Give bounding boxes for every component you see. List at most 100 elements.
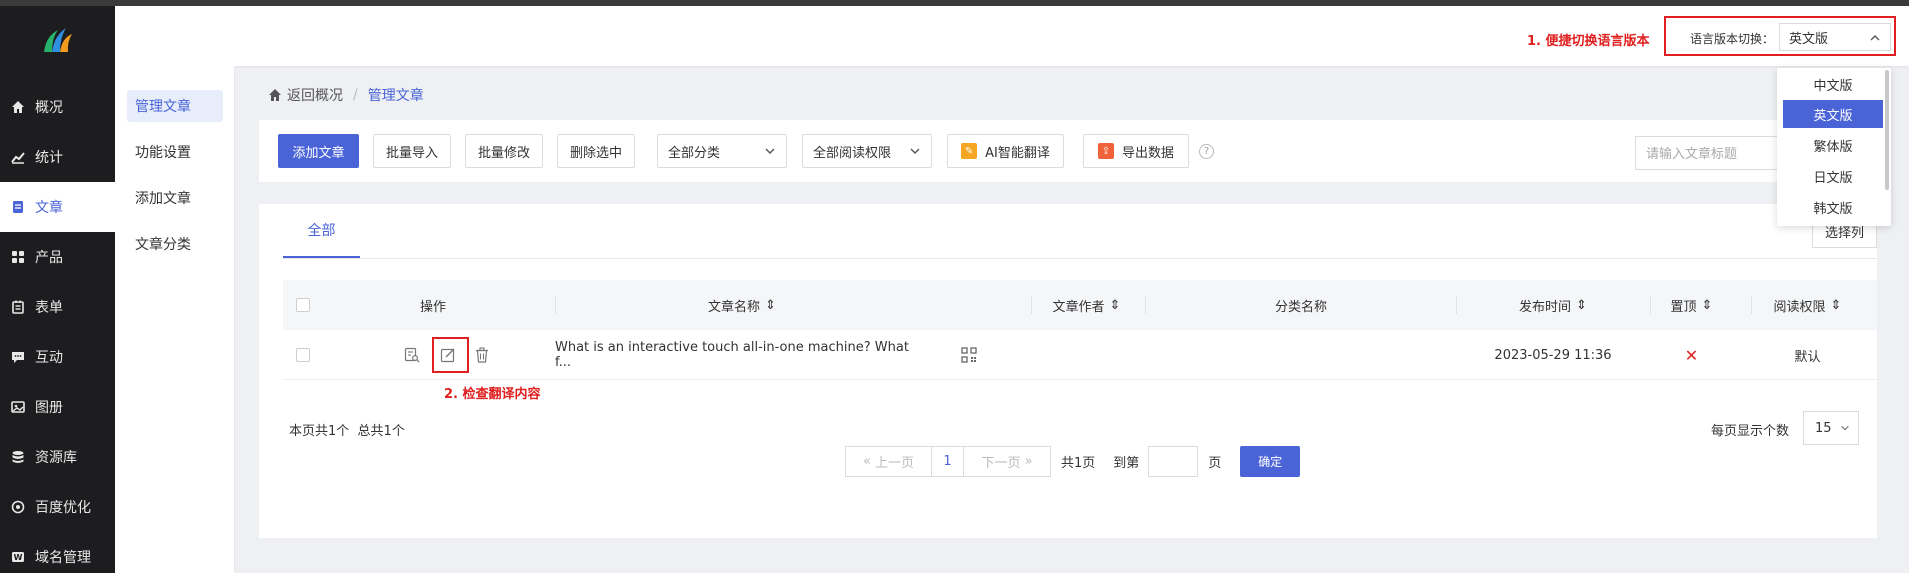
next-page-button[interactable]: 下一页 » — [964, 446, 1051, 477]
total-count: 总共1个 — [357, 424, 405, 439]
annotation-language-switch: 1. 便捷切换语言版本 — [1527, 34, 1650, 49]
batch-edit-button[interactable]: 批量修改 — [465, 134, 543, 168]
nav-item-domain[interactable]: W 域名管理 — [0, 532, 115, 573]
export-data-label: 导出数据 — [1121, 145, 1174, 161]
domain-icon: W — [10, 549, 26, 565]
table-row: What is an interactive touch all-in-one … — [283, 330, 1877, 380]
col-title[interactable]: 文章名称 ⇕ — [555, 280, 929, 330]
prev-page-button[interactable]: « 上一页 — [845, 446, 932, 477]
breadcrumb: 返回概况 / 管理文章 — [268, 85, 424, 105]
home-icon[interactable] — [268, 88, 282, 102]
database-icon — [10, 449, 26, 465]
col-author[interactable]: 文章作者 ⇕ — [1031, 280, 1142, 330]
per-page-select[interactable]: 15 — [1803, 411, 1859, 445]
grid-icon — [10, 249, 26, 265]
batch-import-button[interactable]: 批量导入 — [373, 134, 451, 168]
col-permission[interactable]: 阅读权限 ⇕ — [1751, 280, 1864, 330]
goto-page-input[interactable] — [1148, 446, 1199, 477]
language-option-zh[interactable]: 中文版 — [1783, 70, 1883, 98]
nav-item-label: 互动 — [35, 350, 63, 366]
select-all-checkbox-cell — [283, 280, 323, 330]
preview-icon[interactable] — [404, 330, 420, 380]
language-select[interactable]: 英文版 — [1779, 23, 1891, 51]
category-select[interactable]: 全部分类 — [657, 134, 787, 168]
add-article-button[interactable]: 添加文章 — [278, 134, 359, 168]
delete-selected-button[interactable]: 删除选中 — [557, 134, 635, 168]
language-option-ko[interactable]: 韩文版 — [1783, 193, 1883, 221]
nav-item-label: 百度优化 — [35, 500, 91, 516]
col-actions: 操作 — [419, 299, 446, 315]
breadcrumb-back[interactable]: 返回概况 — [287, 85, 343, 105]
nav-item-interaction[interactable]: 互动 — [0, 332, 115, 382]
sort-icon: ⇕ — [765, 297, 776, 313]
permission-select-value: 全部阅读权限 — [813, 145, 892, 161]
form-icon — [10, 299, 26, 315]
nav-item-products[interactable]: 产品 — [0, 232, 115, 282]
qr-code-icon[interactable] — [961, 330, 977, 380]
help-icon[interactable]: ? — [1199, 144, 1214, 159]
nav-item-label: 文章 — [35, 200, 63, 216]
sort-icon: ⇕ — [1576, 297, 1587, 313]
chart-icon — [10, 149, 26, 165]
article-author — [1031, 330, 1142, 380]
page-unit: 页 — [1208, 456, 1222, 471]
logo-icon — [43, 28, 72, 52]
nav-item-overview[interactable]: 概况 — [0, 82, 115, 132]
edit-highlight-box — [432, 337, 469, 373]
nav-item-label: 资源库 — [35, 450, 77, 466]
article-search-input[interactable] — [1635, 136, 1795, 170]
col-permission-label: 阅读权限 — [1773, 299, 1826, 315]
language-option-zh-tw[interactable]: 繁体版 — [1783, 131, 1883, 159]
nav-item-label: 表单 — [35, 300, 63, 316]
translate-icon: ✎ — [961, 143, 978, 159]
col-title-label: 文章名称 — [708, 299, 761, 315]
nav-item-album[interactable]: 图册 — [0, 382, 115, 432]
pagination: « 上一页 1 下一页 » 共1页 到第 页 确定 — [845, 446, 1301, 477]
svg-text:W: W — [14, 553, 23, 562]
sort-icon: ⇕ — [1830, 297, 1842, 313]
permission-select[interactable]: 全部阅读权限 — [802, 134, 932, 168]
nav-item-label: 统计 — [35, 150, 63, 166]
col-publish-time[interactable]: 发布时间 ⇕ — [1456, 280, 1650, 330]
category-select-value: 全部分类 — [668, 145, 721, 161]
nav-item-articles[interactable]: 文章 — [0, 182, 115, 232]
subnav-item-manage-articles[interactable]: 管理文章 — [127, 90, 223, 122]
language-option-ja[interactable]: 日文版 — [1783, 162, 1883, 190]
ai-translate-label: AI智能翻译 — [985, 145, 1050, 161]
nav-item-seo[interactable]: 百度优化 — [0, 482, 115, 532]
pinned-toggle[interactable]: ✕ — [1650, 330, 1733, 380]
article-title-link[interactable]: What is an interactive touch all-in-one … — [555, 330, 925, 380]
nav-item-resources[interactable]: 资源库 — [0, 432, 115, 482]
nav-item-forms[interactable]: 表单 — [0, 282, 115, 332]
logo[interactable] — [0, 6, 115, 74]
goto-label: 到第 — [1113, 456, 1140, 471]
nav-item-label: 域名管理 — [35, 550, 91, 566]
language-option-en[interactable]: 英文版 — [1783, 100, 1883, 128]
dropdown-scrollbar[interactable] — [1885, 70, 1889, 190]
publish-time: 2023-05-29 11:36 — [1494, 347, 1612, 363]
select-all-checkbox[interactable] — [296, 298, 310, 312]
confirm-page-button[interactable]: 确定 — [1240, 446, 1301, 477]
article-icon — [10, 199, 26, 215]
sort-icon: ⇕ — [1701, 297, 1713, 313]
article-panel: 全部 操作 文章名称 ⇕ 文章作者 ⇕ 分类名称 发布时间 ⇕ 置顶 ⇕ 阅读权限 ⇕ W… — [259, 204, 1877, 538]
row-checkbox[interactable] — [296, 348, 310, 362]
breadcrumb-separator: / — [353, 87, 358, 103]
delete-icon[interactable] — [474, 330, 490, 380]
tab-all[interactable]: 全部 — [283, 204, 360, 258]
ai-translate-button[interactable]: ✎ AI智能翻译 — [947, 134, 1064, 168]
nav-item-label: 概况 — [35, 100, 63, 116]
language-switcher: 语言版本切换： 英文版 — [1664, 16, 1896, 56]
per-page-label: 每页显示个数 — [1711, 424, 1790, 439]
subnav-item-categories[interactable]: 文章分类 — [127, 228, 223, 260]
language-select-value: 英文版 — [1789, 31, 1829, 47]
row-checkbox-cell — [283, 330, 323, 380]
export-data-button[interactable]: ⇪ 导出数据 — [1083, 134, 1189, 168]
seo-icon — [10, 499, 26, 515]
page-number[interactable]: 1 — [932, 446, 964, 477]
read-permission: 默认 — [1794, 349, 1821, 365]
nav-item-stats[interactable]: 统计 — [0, 132, 115, 182]
subnav-item-add-article[interactable]: 添加文章 — [127, 182, 223, 214]
col-pinned[interactable]: 置顶 ⇕ — [1650, 280, 1733, 330]
subnav-item-settings[interactable]: 功能设置 — [127, 136, 223, 168]
